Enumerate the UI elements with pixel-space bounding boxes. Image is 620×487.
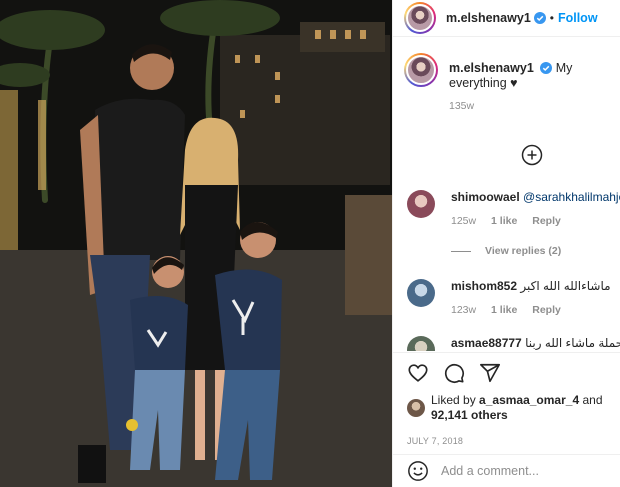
post-date[interactable]: JULY 7, 2018 bbox=[393, 423, 620, 446]
comment-likes[interactable]: 1 like bbox=[491, 215, 517, 227]
follow-button[interactable]: Follow bbox=[558, 11, 598, 25]
others-count[interactable]: 92,141 others bbox=[431, 408, 508, 422]
comment-likes[interactable]: 1 like bbox=[491, 304, 517, 316]
liker-avatar[interactable] bbox=[407, 399, 425, 417]
liked-by-and: and bbox=[582, 393, 603, 407]
comment-item: shimoowael @sarahkhalilmahjob 125w 1 lik… bbox=[407, 190, 620, 227]
commenter-username[interactable]: shimoowael bbox=[451, 190, 520, 204]
comments-list[interactable]: m.elshenawy1 My everything ♥ 135w shimoo… bbox=[393, 53, 620, 351]
liked-by-prefix: Liked by bbox=[431, 393, 476, 407]
verified-badge-icon bbox=[540, 62, 553, 74]
comment-icon[interactable] bbox=[443, 362, 465, 384]
liked-by-username[interactable]: a_asmaa_omar_4 bbox=[479, 393, 579, 407]
caption-author-avatar[interactable] bbox=[404, 53, 438, 87]
add-comment-bar: Add a comment... bbox=[393, 454, 620, 487]
heart-icon[interactable] bbox=[407, 362, 429, 384]
post-header: m.elshenawy1 • Follow bbox=[393, 0, 620, 37]
likes-summary: Liked by a_asmaa_omar_4 and 92,141 other… bbox=[393, 384, 620, 423]
comment-text: حملة ماشاء الله ربنا bbox=[525, 336, 620, 350]
commenter-username[interactable]: asmae88777 bbox=[451, 336, 522, 350]
post-side-panel: m.elshenawy1 • Follow m.elshenawy1 My ev… bbox=[392, 0, 620, 487]
load-more-comments-icon[interactable] bbox=[521, 144, 543, 166]
commenter-avatar[interactable] bbox=[407, 190, 435, 218]
author-username[interactable]: m.elshenawy1 bbox=[446, 11, 531, 25]
view-replies-label: View replies (2) bbox=[485, 245, 562, 257]
comment-item: mishom852 ماشاءالله الله اكبر 123w 1 lik… bbox=[407, 279, 620, 316]
caption-time: 135w bbox=[449, 100, 475, 112]
commenter-username[interactable]: mishom852 bbox=[451, 279, 517, 293]
family-photo-illustration bbox=[0, 0, 392, 487]
verified-badge-icon bbox=[533, 12, 546, 24]
commenter-avatar[interactable] bbox=[407, 336, 435, 351]
view-replies-button[interactable]: View replies (2) bbox=[451, 245, 561, 257]
add-comment-input[interactable]: Add a comment... bbox=[441, 464, 539, 478]
author-avatar[interactable] bbox=[404, 2, 436, 34]
replies-divider bbox=[451, 250, 471, 252]
emoji-icon[interactable] bbox=[407, 460, 429, 482]
post-caption: m.elshenawy1 My everything ♥ bbox=[393, 53, 620, 91]
comment-text: ماشاءالله الله اكبر bbox=[520, 279, 611, 293]
separator-dot: • bbox=[549, 11, 554, 25]
reply-button[interactable]: Reply bbox=[532, 304, 561, 316]
comment-time: 123w bbox=[451, 304, 477, 316]
reply-button[interactable]: Reply bbox=[532, 215, 561, 227]
comment-time: 125w bbox=[451, 215, 477, 227]
post-photo[interactable] bbox=[0, 0, 392, 487]
comment-mention[interactable]: @sarahkhalilmahjob bbox=[523, 190, 620, 204]
share-icon[interactable] bbox=[479, 362, 501, 384]
commenter-avatar[interactable] bbox=[407, 279, 435, 307]
comment-item: asmae88777 حملة ماشاء الله ربنا bbox=[407, 336, 620, 351]
action-icons bbox=[393, 353, 620, 384]
caption-heart-emoji: ♥ bbox=[510, 76, 518, 90]
caption-username[interactable]: m.elshenawy1 bbox=[449, 61, 534, 75]
post-actions: Liked by a_asmaa_omar_4 and 92,141 other… bbox=[393, 352, 620, 446]
